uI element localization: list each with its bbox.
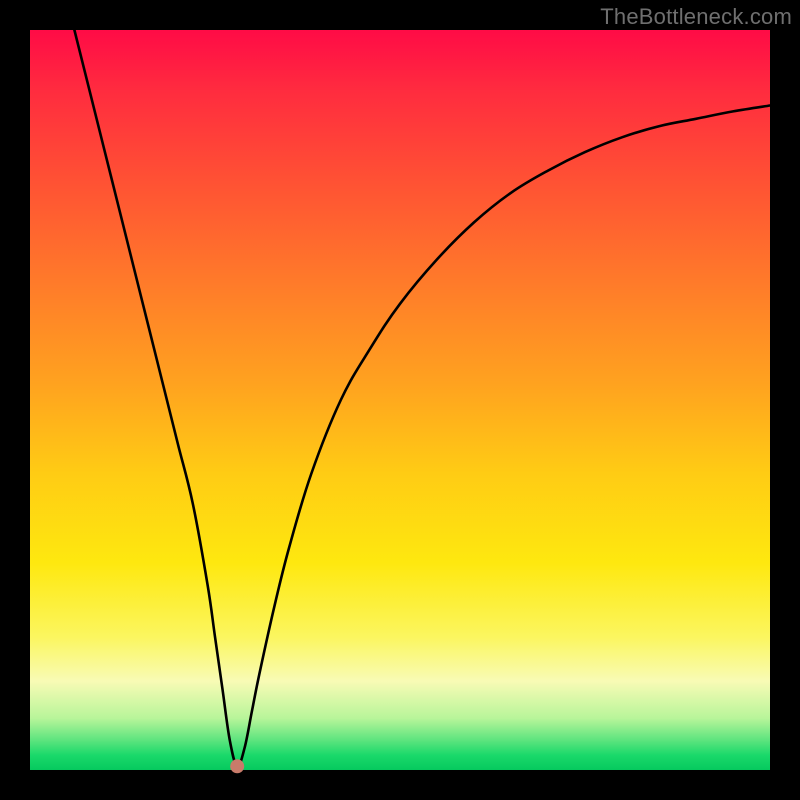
chart-frame: TheBottleneck.com bbox=[0, 0, 800, 800]
bottleneck-curve bbox=[74, 30, 770, 766]
watermark-text: TheBottleneck.com bbox=[600, 4, 792, 30]
chart-svg bbox=[30, 30, 770, 770]
plot-area bbox=[30, 30, 770, 770]
minimum-marker bbox=[230, 759, 244, 773]
